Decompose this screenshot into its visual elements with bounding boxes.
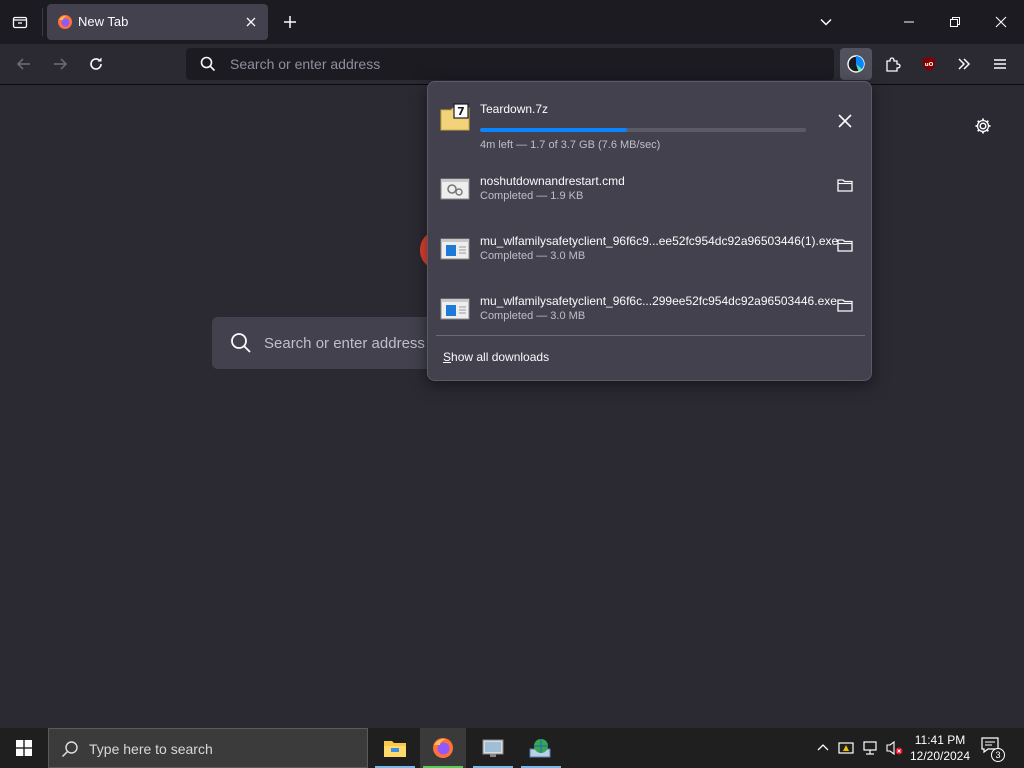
puzzle-piece-icon: [886, 57, 901, 72]
cmd-file-icon: [440, 178, 470, 200]
download-status: Completed — 3.0 MB: [480, 250, 586, 262]
search-icon: [61, 741, 78, 758]
extensions-button[interactable]: [879, 50, 907, 78]
hamburger-menu-icon: [994, 59, 1006, 69]
firefox-icon: [433, 738, 453, 758]
address-bar[interactable]: [186, 48, 834, 80]
app-menu-button[interactable]: [986, 50, 1014, 78]
taskbar-control-panel[interactable]: [470, 728, 516, 768]
tabstrip-separator: [42, 8, 43, 36]
download-item[interactable]: noshutdownandrestart.cmd Completed — 1.9…: [428, 164, 873, 224]
search-icon: [231, 333, 251, 353]
arrow-right-icon: [54, 58, 68, 70]
show-in-folder-button[interactable]: [832, 292, 858, 318]
download-progress-fill: [480, 128, 627, 132]
download-status: Completed — 3.0 MB: [480, 310, 586, 322]
windows-taskbar: Type here to search 11:41 PM 12/20/2024 …: [0, 728, 1024, 768]
tab-strip: New Tab: [0, 0, 1024, 44]
plus-icon: [284, 16, 296, 28]
download-filename: noshutdownandrestart.cmd: [480, 174, 625, 188]
chevron-up-icon: [817, 744, 829, 751]
taskbar-search-box[interactable]: Type here to search: [48, 728, 368, 768]
double-chevron-right-icon: [958, 58, 971, 70]
close-window-button[interactable]: [987, 8, 1015, 36]
reload-button[interactable]: [82, 50, 110, 78]
tab-title: New Tab: [78, 14, 129, 29]
download-status: Completed — 1.9 KB: [480, 190, 584, 202]
overflow-menu-button[interactable]: [950, 50, 978, 78]
download-progress-bar: [480, 128, 806, 132]
new-tab-button[interactable]: [278, 10, 302, 34]
globe-network-icon: [529, 739, 551, 758]
exe-file-icon: [440, 298, 470, 320]
show-hidden-icons-button[interactable]: [813, 738, 833, 758]
folder-icon: [837, 299, 853, 312]
minimize-button[interactable]: [895, 8, 923, 36]
show-in-folder-button[interactable]: [832, 232, 858, 258]
svg-text:7: 7: [457, 105, 465, 118]
ublock-origin-icon: uO: [923, 57, 935, 71]
list-all-tabs-button[interactable]: [8, 10, 32, 34]
tab-close-button[interactable]: [242, 13, 260, 31]
notification-count-badge: 3: [991, 748, 1005, 762]
tray-volume-button[interactable]: [885, 738, 905, 758]
downloads-button[interactable]: [840, 48, 872, 80]
restore-button[interactable]: [941, 8, 969, 36]
tray-security-icon-button[interactable]: [837, 738, 857, 758]
close-icon: [838, 114, 852, 128]
clock-time: 11:41 PM: [914, 733, 966, 747]
download-filename: mu_wlfamilysafetyclient_96f6c...299ee52f…: [480, 294, 837, 308]
clock-date: 12/20/2024: [909, 749, 971, 763]
navigation-toolbar: uO: [0, 44, 1024, 85]
tab-new-tab[interactable]: New Tab: [47, 4, 268, 40]
tray-network-button[interactable]: [861, 738, 881, 758]
gear-icon: [975, 118, 991, 134]
show-all-downloads-button[interactable]: Show all downloads: [443, 350, 549, 364]
control-panel-icon: [482, 739, 504, 757]
address-input[interactable]: [230, 54, 810, 74]
chevron-down-icon: [820, 18, 832, 26]
download-filename: mu_wlfamilysafetyclient_96f6c9...ee52fc9…: [480, 234, 839, 248]
show-in-folder-button[interactable]: [832, 172, 858, 198]
search-icon: [200, 56, 216, 72]
restore-icon: [950, 17, 960, 27]
forward-button[interactable]: [46, 50, 74, 78]
network-icon: [863, 741, 877, 755]
list-tabs-dropdown[interactable]: [814, 10, 838, 34]
close-icon: [246, 17, 256, 27]
taskbar-clock[interactable]: 11:41 PM 12/20/2024: [906, 732, 974, 764]
download-status: 4m left — 1.7 of 3.7 GB (7.6 MB/sec): [480, 139, 661, 151]
download-progress-icon: [847, 55, 865, 73]
security-alert-icon: [838, 742, 854, 754]
svg-text:uO: uO: [925, 62, 934, 68]
close-icon: [995, 16, 1007, 28]
download-item[interactable]: mu_wlfamilysafetyclient_96f6c9...ee52fc9…: [428, 224, 873, 284]
windows-logo-icon: [16, 740, 32, 756]
personalize-settings-button[interactable]: [972, 115, 994, 137]
reload-icon: [90, 57, 102, 70]
taskbar-search-text: Type here to search: [89, 741, 213, 757]
taskbar-firefox[interactable]: [420, 728, 466, 768]
volume-muted-icon: [886, 740, 903, 756]
taskbar-file-explorer[interactable]: [372, 728, 418, 768]
download-item[interactable]: 7 Teardown.7z 4m left — 1.7 of 3.7 GB (7…: [428, 92, 873, 152]
ublock-origin-button[interactable]: uO: [915, 50, 943, 78]
action-center-button[interactable]: 3: [980, 736, 1006, 762]
start-button[interactable]: [0, 728, 48, 768]
downloads-panel: 7 Teardown.7z 4m left — 1.7 of 3.7 GB (7…: [427, 81, 872, 381]
taskbar-network-app[interactable]: [518, 728, 564, 768]
firefox-icon: [58, 15, 72, 29]
folder-icon: [837, 179, 853, 192]
minimize-icon: [904, 21, 914, 23]
exe-file-icon: [440, 238, 470, 260]
cancel-download-button[interactable]: [832, 108, 858, 134]
file-explorer-icon: [384, 741, 406, 757]
back-button[interactable]: [10, 50, 38, 78]
download-filename: Teardown.7z: [480, 102, 549, 116]
arrow-left-icon: [16, 58, 30, 70]
panel-divider: [436, 335, 865, 336]
tab-list-icon: [12, 16, 28, 29]
archive-7z-icon: 7: [440, 103, 470, 131]
folder-icon: [837, 239, 853, 252]
